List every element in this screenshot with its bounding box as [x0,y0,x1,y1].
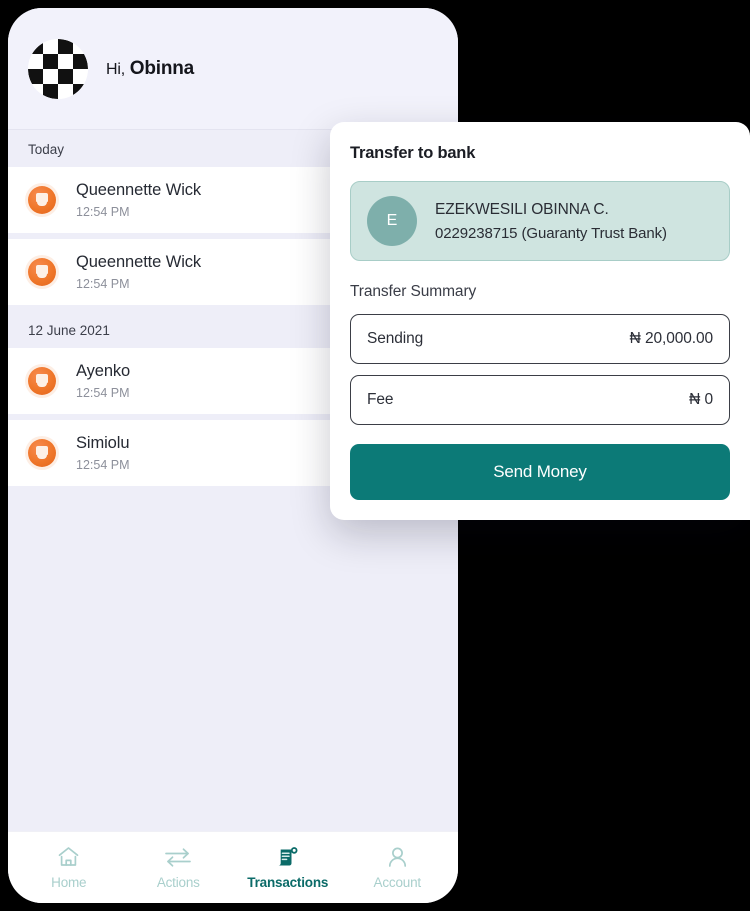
transaction-name: Simiolu [76,434,130,452]
summary-row-fee[interactable]: Fee ₦ 0 [350,375,730,425]
transfer-arrows-icon [163,845,193,869]
nav-label-transactions: Transactions [247,875,329,890]
nav-item-actions[interactable]: Actions [132,845,224,890]
transaction-time: 12:54 PM [76,458,130,472]
checkerboard-avatar-icon[interactable] [28,38,88,99]
recipient-account-line: 0229238715 (Guaranty Trust Bank) [435,224,667,242]
receipt-icon [275,845,301,869]
nav-label-home: Home [51,875,87,890]
recipient-card[interactable]: E EZEKWESILI OBINNA C. 0229238715 (Guara… [350,181,730,261]
summary-row-sending[interactable]: Sending ₦ 20,000.00 [350,314,730,364]
transfer-card-title: Transfer to bank [350,144,476,162]
nav-item-transactions[interactable]: Transactions [242,845,334,890]
person-icon [385,845,410,869]
app-header: Hi, Obinna [8,8,458,130]
summary-value-fee: ₦ 0 [689,391,713,408]
orange-person-icon [28,186,56,214]
screenshot-stage: Hi, Obinna Today Queennette Wick 12:54 P… [0,0,750,911]
transfer-summary-title: Transfer Summary [350,283,477,300]
recipient-details: EZEKWESILI OBINNA C. 0229238715 (Guarant… [435,201,667,242]
transaction-time: 12:54 PM [76,205,130,219]
transaction-time: 12:54 PM [76,277,130,291]
orange-person-icon [28,258,56,286]
transfer-to-bank-card: Transfer to bank E EZEKWESILI OBINNA C. … [330,122,750,520]
send-money-button[interactable]: Send Money [350,444,730,500]
transaction-row-body: Queennette Wick 12:54 PM [76,181,201,219]
nav-label-account: Account [373,875,422,890]
transaction-name: Ayenko [76,362,131,380]
recipient-name: EZEKWESILI OBINNA C. [435,200,609,218]
greeting-text: Hi, Obinna [106,58,194,80]
home-icon [56,845,81,869]
nav-item-home[interactable]: Home [23,845,115,890]
transaction-row-body: Simiolu 12:54 PM [76,434,130,472]
transaction-row-body: Ayenko 12:54 PM [76,362,130,400]
transaction-row-body: Queennette Wick 12:54 PM [76,253,201,291]
bottom-navigation-bar: Home Actions Transactions Account [8,831,458,903]
recipient-avatar: E [367,196,417,246]
orange-person-icon [28,367,56,395]
summary-label-fee: Fee [367,391,394,408]
nav-label-actions: Actions [156,875,200,890]
transaction-time: 12:54 PM [76,386,130,400]
transaction-name: Queennette Wick [76,253,202,271]
greeting-user-name: Obinna [129,57,195,79]
greeting-prefix: Hi, [106,60,125,78]
summary-value-sending: ₦ 20,000.00 [629,330,713,347]
transaction-name: Queennette Wick [76,181,202,199]
summary-label-sending: Sending [367,330,424,347]
nav-item-account[interactable]: Account [351,845,443,890]
orange-person-icon [28,439,56,467]
